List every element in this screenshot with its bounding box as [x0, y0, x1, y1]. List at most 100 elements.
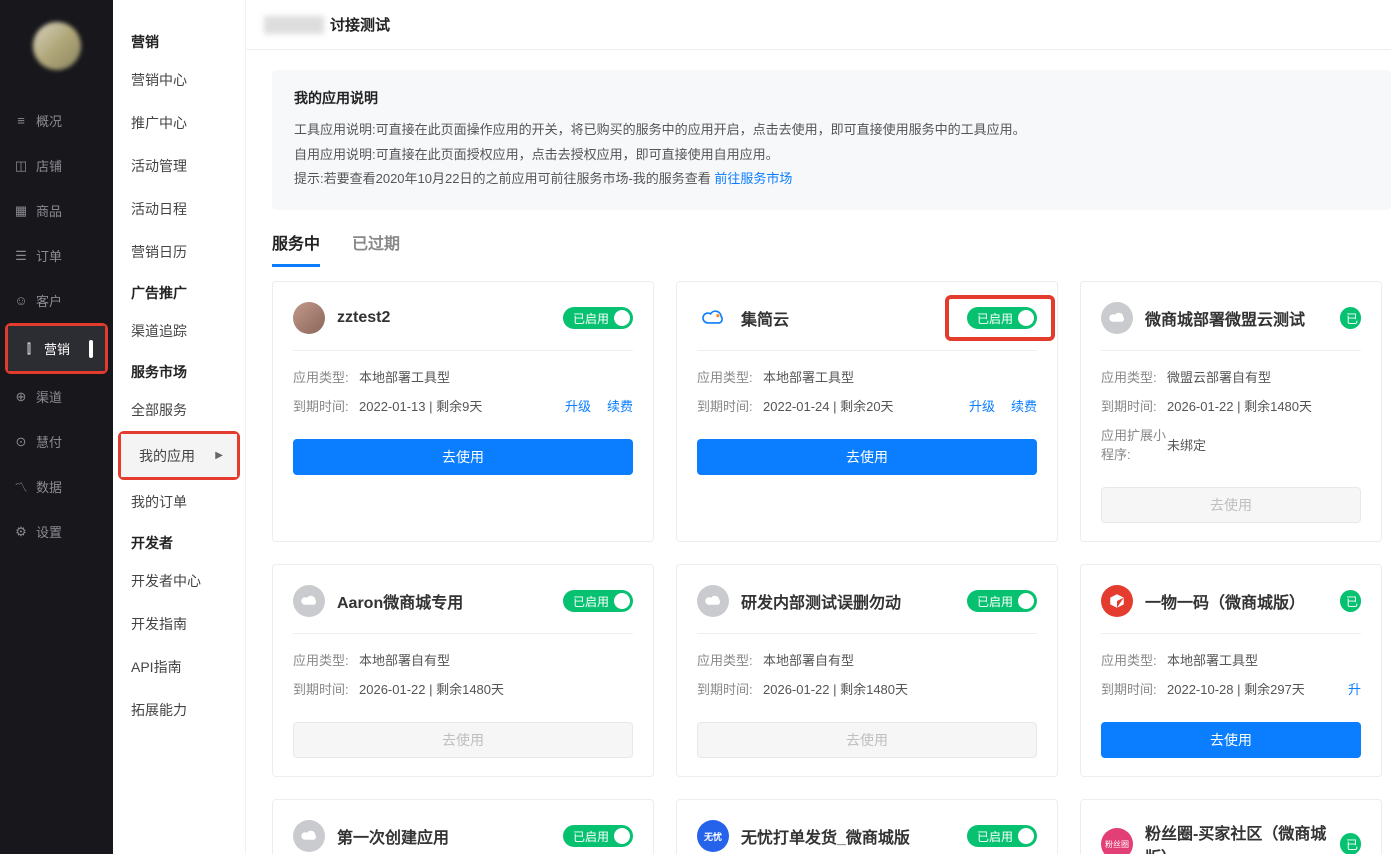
enable-toggle[interactable]: 已启用: [967, 590, 1037, 612]
enable-toggle[interactable]: 已启用: [967, 825, 1037, 847]
upgrade-link[interactable]: 升级: [565, 396, 591, 415]
group-market: 服务市场: [113, 352, 245, 388]
use-button[interactable]: 去使用: [293, 439, 633, 475]
sec-my-orders[interactable]: 我的订单: [113, 480, 245, 523]
sec-activity-manage[interactable]: 活动管理: [113, 144, 245, 187]
enable-toggle[interactable]: 已启用: [563, 825, 633, 847]
app-name: 研发内部测试误删勿动: [741, 589, 955, 613]
status-tabs: 服务中 已过期: [272, 230, 1391, 267]
nav-huifu[interactable]: ⊙ 慧付: [0, 419, 113, 464]
nav-customers[interactable]: ☺ 客户: [0, 278, 113, 323]
field-label: 到期时间:: [293, 396, 359, 415]
sec-my-apps[interactable]: 我的应用 ▶: [121, 434, 237, 477]
fans-icon: 粉丝圈: [1101, 828, 1133, 854]
field-value: 2026-01-22 | 剩余1480天: [359, 679, 633, 698]
nav-channel[interactable]: ⊕ 渠道: [0, 374, 113, 419]
cloud-icon: [293, 820, 325, 852]
divider: [697, 350, 1037, 351]
sec-promotion-center[interactable]: 推广中心: [113, 101, 245, 144]
field-value: 微盟云部署自有型: [1167, 367, 1361, 386]
cloud-icon: [697, 585, 729, 617]
enable-toggle[interactable]: 已启用: [563, 307, 633, 329]
group-marketing: 营销: [113, 22, 245, 58]
field-value: 2022-10-28 | 剩余297天: [1167, 679, 1348, 698]
notice-line2: 自用应用说明:可直接在此页面授权应用，点击去授权应用，即可直接使用自用应用。: [294, 143, 1369, 168]
nav-orders[interactable]: ☰ 订单: [0, 233, 113, 278]
secondary-sidebar: 营销 营销中心 推广中心 活动管理 活动日程 营销日历 广告推广 渠道追踪 服务…: [113, 0, 246, 854]
field-value: 2022-01-24 | 剩余20天: [763, 396, 969, 415]
nav-settings[interactable]: ⚙ 设置: [0, 509, 113, 554]
app-card: 粉丝圈粉丝圈-买家社区（微商城版）已应用类型:本地部署工具型到期时间:2022-…: [1080, 799, 1382, 854]
field-label: 应用类型:: [1101, 367, 1167, 386]
title-suffix: 讨接测试: [330, 14, 390, 35]
highlight-box: 已启用: [945, 295, 1055, 341]
field-row: 到期时间:2026-01-22 | 剩余1480天: [293, 679, 633, 698]
redacted-text: [264, 16, 324, 34]
enable-toggle[interactable]: 已启用: [563, 590, 633, 612]
divider: [1101, 350, 1361, 351]
upgrade-link[interactable]: 升: [1348, 679, 1361, 698]
upgrade-link[interactable]: 升级: [969, 396, 995, 415]
app-card: zztest2已启用应用类型:本地部署工具型到期时间:2022-01-13 | …: [272, 281, 654, 542]
use-button[interactable]: 去使用: [1101, 722, 1361, 758]
nav-goods[interactable]: ▦ 商品: [0, 188, 113, 233]
sec-all-services[interactable]: 全部服务: [113, 388, 245, 431]
sec-marketing-calendar[interactable]: 营销日历: [113, 230, 245, 273]
action-links: 升级续费: [565, 396, 633, 415]
nav-marketing[interactable]: ⫿ 营销: [8, 326, 105, 371]
tab-expired[interactable]: 已过期: [352, 230, 400, 267]
notice-line1: 工具应用说明:可直接在此页面操作应用的开关，将已购买的服务中的应用开启，点击去使…: [294, 118, 1369, 143]
sec-api-guide[interactable]: API指南: [113, 645, 245, 688]
sec-dev-center[interactable]: 开发者中心: [113, 559, 245, 602]
nav-label: 客户: [36, 291, 62, 310]
field-label: 到期时间:: [697, 679, 763, 698]
enable-toggle[interactable]: 已: [1340, 590, 1361, 612]
use-button[interactable]: 去使用: [697, 439, 1037, 475]
use-button: 去使用: [1101, 487, 1361, 523]
field-value: 本地部署工具型: [1167, 650, 1361, 669]
enable-toggle[interactable]: 已启用: [967, 307, 1037, 329]
field-value: 2026-01-22 | 剩余1480天: [763, 679, 1037, 698]
renew-link[interactable]: 续费: [1011, 396, 1037, 415]
huifu-icon: ⊙: [14, 434, 28, 450]
field-row: 应用类型:微盟云部署自有型: [1101, 367, 1361, 386]
nav-overview[interactable]: ≡ 概况: [0, 98, 113, 143]
field-row: 应用扩展小程序:未绑定: [1101, 425, 1361, 463]
card-head: 微商城部署微盟云测试已: [1101, 302, 1361, 334]
notice-title: 我的应用说明: [294, 88, 1369, 108]
divider: [1101, 633, 1361, 634]
field-row: 到期时间:2022-01-13 | 剩余9天升级续费: [293, 396, 633, 415]
nav-label: 慧付: [36, 432, 62, 451]
nav-label: 营销: [44, 339, 70, 358]
nav-shop[interactable]: ◫ 店铺: [0, 143, 113, 188]
field-label: 到期时间:: [293, 679, 359, 698]
print-icon: 无忧: [697, 820, 729, 852]
sec-channel-track[interactable]: 渠道追踪: [113, 309, 245, 352]
renew-link[interactable]: 续费: [607, 396, 633, 415]
group-ad: 广告推广: [113, 273, 245, 309]
field-label: 应用扩展小程序:: [1101, 425, 1167, 463]
field-row: 到期时间:2026-01-22 | 剩余1480天: [1101, 396, 1361, 415]
divider: [293, 350, 633, 351]
app-card: 微商城部署微盟云测试已应用类型:微盟云部署自有型到期时间:2026-01-22 …: [1080, 281, 1382, 542]
field-value: 2022-01-13 | 剩余9天: [359, 396, 565, 415]
tab-in-service[interactable]: 服务中: [272, 230, 320, 267]
order-icon: ☰: [14, 248, 28, 264]
sec-marketing-center[interactable]: 营销中心: [113, 58, 245, 101]
app-cards: zztest2已启用应用类型:本地部署工具型到期时间:2022-01-13 | …: [272, 281, 1391, 854]
sec-activity-schedule[interactable]: 活动日程: [113, 187, 245, 230]
group-developer: 开发者: [113, 523, 245, 559]
field-row: 应用类型:本地部署自有型: [293, 650, 633, 669]
card-head: 粉丝圈粉丝圈-买家社区（微商城版）已: [1101, 820, 1361, 854]
nav-data[interactable]: 〽 数据: [0, 464, 113, 509]
field-value: 未绑定: [1167, 435, 1361, 454]
avatar[interactable]: [33, 22, 81, 70]
content-scroll[interactable]: 我的应用说明 工具应用说明:可直接在此页面操作应用的开关，将已购买的服务中的应用…: [246, 50, 1391, 854]
enable-toggle[interactable]: 已: [1340, 833, 1361, 854]
sec-extend[interactable]: 拓展能力: [113, 688, 245, 731]
field-row: 应用类型:本地部署自有型: [697, 650, 1037, 669]
app-card: 无忧无忧打单发货_微商城版已启用应用类型:本地部署工具型到期时间:2022-10…: [676, 799, 1058, 854]
sec-dev-guide[interactable]: 开发指南: [113, 602, 245, 645]
enable-toggle[interactable]: 已: [1340, 307, 1361, 329]
notice-link[interactable]: 前往服务市场: [714, 171, 792, 186]
